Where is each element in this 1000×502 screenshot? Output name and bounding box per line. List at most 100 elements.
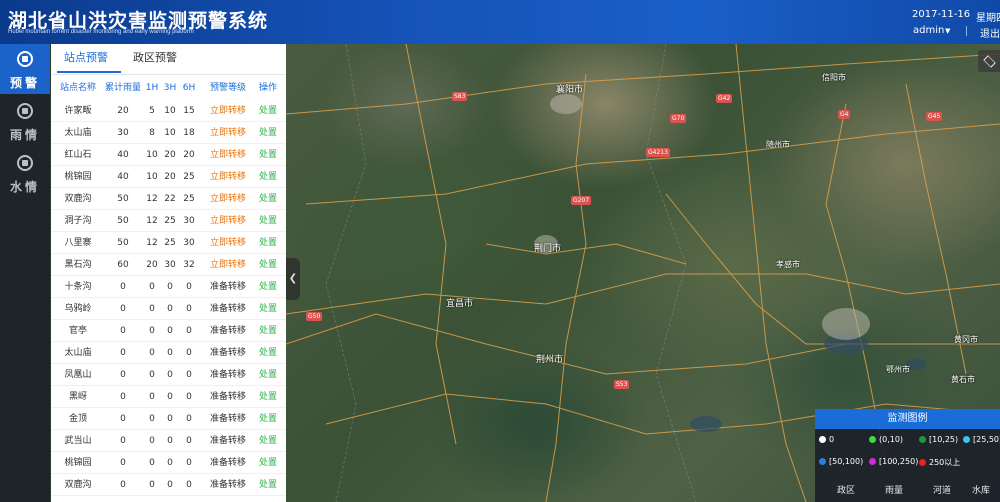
city-label: 鄂州市 xyxy=(886,365,910,374)
panel-collapse-handle[interactable]: ❮ xyxy=(286,258,300,300)
rain-6h: 30 xyxy=(183,216,195,226)
road-shield: G4213 xyxy=(646,148,670,157)
handle-button[interactable]: 处置 xyxy=(254,474,282,496)
handle-button[interactable]: 处置 xyxy=(254,320,282,342)
legend-tabs: 政区 雨量 河道 水库 xyxy=(815,477,1000,502)
table-row: 十条沟 0 0 0 0 准备转移 处置 xyxy=(51,276,286,298)
legend-panel: 监测图例 0 (0,10) [10,25) [25,50) [50,100) [… xyxy=(815,409,1000,502)
rain-3h: 20 xyxy=(164,172,176,182)
station-name: 太山庙 xyxy=(64,348,92,358)
rain-3h: 0 xyxy=(167,436,173,446)
station-name: 双鹿沟 xyxy=(64,194,92,204)
rain-3h: 10 xyxy=(164,128,176,138)
layers-icon[interactable] xyxy=(978,50,1000,72)
handle-button[interactable]: 处置 xyxy=(254,188,282,210)
chevron-down-icon[interactable]: ▼ xyxy=(945,27,950,35)
rain-6h: 0 xyxy=(186,480,192,490)
rain-3h: 0 xyxy=(167,370,173,380)
total-rain: 50 xyxy=(117,216,129,226)
handle-button[interactable]: 处置 xyxy=(254,254,282,276)
user-menu[interactable]: admin xyxy=(913,25,944,36)
legend-tab-river[interactable]: 河道 xyxy=(933,483,951,496)
table-row: 太山庙 0 0 0 0 准备转移 处置 xyxy=(51,342,286,364)
legend-tab-district[interactable]: 政区 xyxy=(837,483,855,496)
warning-level: 准备转移 xyxy=(209,436,246,446)
table-row: 双鹿沟 0 0 0 0 准备转移 处置 xyxy=(51,474,286,496)
station-name: 双鹿沟 xyxy=(64,480,92,490)
handle-button[interactable]: 处置 xyxy=(254,342,282,364)
nav-item-warning[interactable]: 预警 xyxy=(0,44,50,94)
handle-button[interactable]: 处置 xyxy=(254,122,282,144)
legend-swatch xyxy=(919,459,926,466)
rain-1h: 20 xyxy=(146,260,158,270)
handle-button[interactable]: 处置 xyxy=(254,298,282,320)
table-row: 桃锦园 40 10 20 25 立即转移 处置 xyxy=(51,166,286,188)
legend-item: [50,100) xyxy=(819,457,863,466)
legend-item: [10,25) xyxy=(919,435,958,444)
city-label: 信阳市 xyxy=(822,73,846,82)
handle-button[interactable]: 处置 xyxy=(254,364,282,386)
handle-button[interactable]: 处置 xyxy=(254,276,282,298)
handle-button[interactable]: 处置 xyxy=(254,408,282,430)
station-name: 凤凰山 xyxy=(64,370,92,380)
rain-6h: 0 xyxy=(186,282,192,292)
header-divider xyxy=(966,26,967,36)
warning-level: 准备转移 xyxy=(209,480,246,490)
table-row: 红山石 40 10 20 20 立即转移 处置 xyxy=(51,144,286,166)
legend-swatch xyxy=(819,458,826,465)
nav-item-rain[interactable]: 雨情 xyxy=(0,96,50,146)
handle-button[interactable]: 处置 xyxy=(254,430,282,452)
side-nav: 预警 雨情 水情 xyxy=(0,44,50,502)
rain-3h: 10 xyxy=(164,106,176,116)
water-icon xyxy=(17,155,33,171)
rain-1h: 0 xyxy=(149,392,155,402)
rain-6h: 0 xyxy=(186,348,192,358)
rain-1h: 0 xyxy=(149,304,155,314)
rain-icon xyxy=(17,103,33,119)
city-label: 宜昌市 xyxy=(446,299,474,309)
handle-button[interactable]: 处置 xyxy=(254,210,282,232)
rain-6h: 30 xyxy=(183,238,195,248)
legend-item: [100,250) xyxy=(869,457,918,466)
logout-button[interactable]: 退出 xyxy=(980,25,1000,40)
col-6h: 6H xyxy=(182,83,196,93)
handle-button[interactable]: 处置 xyxy=(254,386,282,408)
city-label: 荆州市 xyxy=(536,355,564,365)
home-icon xyxy=(17,51,33,67)
tab-station-warning[interactable]: 站点预警 xyxy=(51,44,121,74)
rain-3h: 0 xyxy=(167,480,173,490)
station-name: 武当山 xyxy=(64,436,92,446)
rain-3h: 20 xyxy=(164,150,176,160)
warning-level: 立即转移 xyxy=(209,150,246,160)
row-divider xyxy=(51,495,286,496)
total-rain: 0 xyxy=(120,392,126,402)
warning-level: 立即转移 xyxy=(209,172,246,182)
total-rain: 0 xyxy=(120,304,126,314)
road-shield: G50 xyxy=(306,312,323,321)
city-label: 黄冈市 xyxy=(954,335,978,344)
station-name: 黑石沟 xyxy=(64,260,92,270)
handle-button[interactable]: 处置 xyxy=(254,100,282,122)
warning-level: 立即转移 xyxy=(209,260,246,270)
warning-level: 立即转移 xyxy=(209,216,246,226)
legend-swatch xyxy=(869,458,876,465)
handle-button[interactable]: 处置 xyxy=(254,144,282,166)
station-name: 黑岈 xyxy=(68,392,87,402)
handle-button[interactable]: 处置 xyxy=(254,232,282,254)
legend-tab-reservoir[interactable]: 水库 xyxy=(972,483,990,496)
col-1h: 1H xyxy=(145,83,159,93)
tab-area-warning[interactable]: 政区预警 xyxy=(123,44,187,74)
station-name: 乌鸦岭 xyxy=(64,304,92,314)
warning-panel: 站点预警 政区预警 站点名称 累计雨量 1H 3H 6H 预警等级 操作 许家畈… xyxy=(51,44,286,502)
handle-button[interactable]: 处置 xyxy=(254,452,282,474)
handle-button[interactable]: 处置 xyxy=(254,166,282,188)
legend-tab-rainfall[interactable]: 雨量 xyxy=(885,483,903,496)
station-name: 金顶 xyxy=(68,414,87,424)
road-shield: G4 xyxy=(838,110,851,119)
table-row: 洞子沟 50 12 25 30 立即转移 处置 xyxy=(51,210,286,232)
nav-item-water[interactable]: 水情 xyxy=(0,148,50,198)
col-station-name: 站点名称 xyxy=(59,83,96,93)
total-rain: 0 xyxy=(120,458,126,468)
city-label: 襄阳市 xyxy=(556,85,584,95)
warning-level: 准备转移 xyxy=(209,326,246,336)
